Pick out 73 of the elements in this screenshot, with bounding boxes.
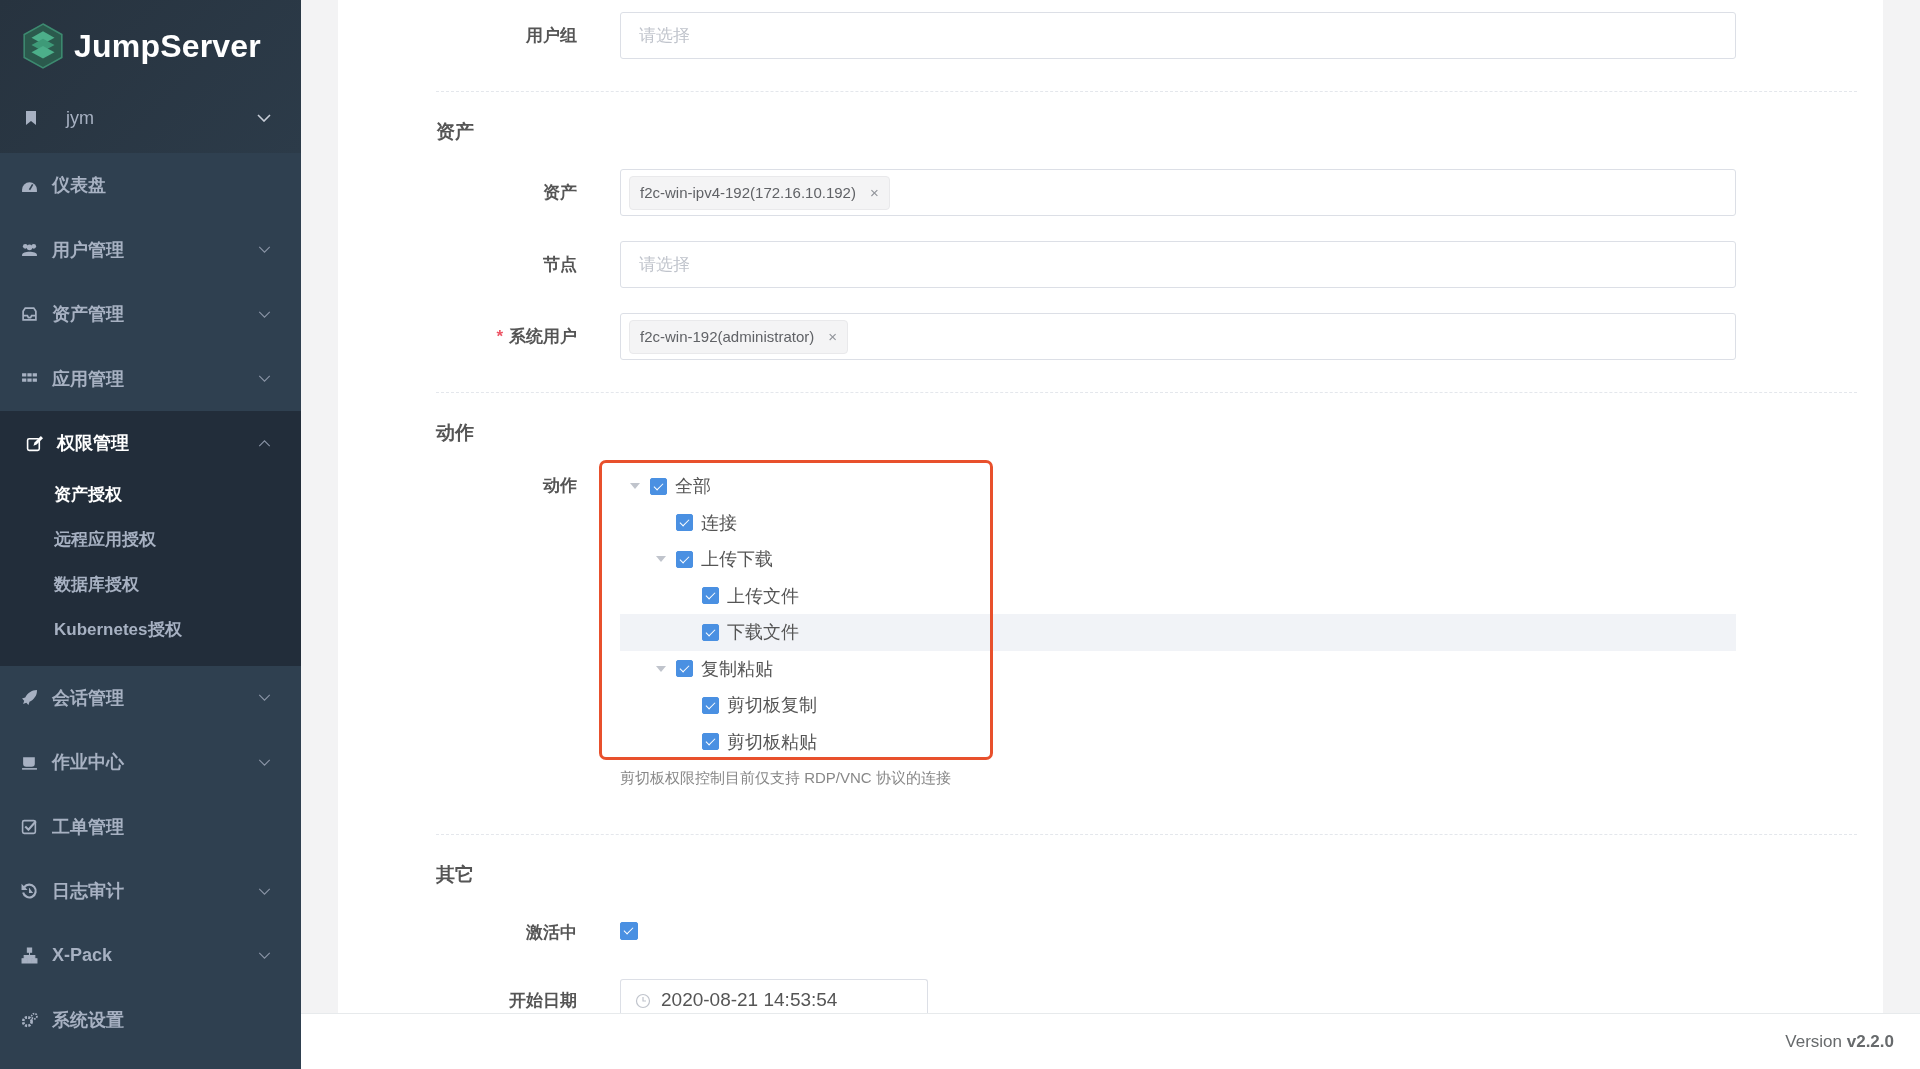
chevron-down-icon [258,887,271,895]
submenu-item[interactable]: 远程应用授权 [54,516,156,562]
version-text: Version v2.2.0 [1785,1031,1894,1052]
chevron-down-icon [257,114,271,122]
logo-text: JumpServer [74,27,261,65]
chevron-down-icon [258,694,271,702]
select-field[interactable]: f2c-win-ipv4-192(172.16.10.192) × [620,169,1736,216]
caret-icon[interactable] [656,556,666,563]
menu-item[interactable]: 会话管理 [0,665,301,730]
checkbox[interactable] [676,514,693,532]
field-label: 激活中 [525,922,577,944]
remove-tag-button[interactable]: × [869,184,879,201]
checkbox[interactable] [676,550,693,568]
checkbox[interactable] [702,587,719,605]
menu-item[interactable]: X-Pack [0,923,301,988]
field-label: * 系统用户 [495,326,577,348]
chevron-down-icon [258,375,271,383]
submenu-item[interactable]: Kubernetes授权 [54,606,182,652]
menu-item[interactable]: 系统设置 [0,988,301,1053]
chevron-up-icon [258,439,271,447]
tree-node[interactable]: 复制粘贴 [620,650,1736,687]
checkbox[interactable] [620,921,638,940]
logo-icon [22,23,64,69]
checkbox[interactable] [702,733,719,751]
field-label: 用户组 [525,25,577,47]
tree-node[interactable]: 剪切板粘贴 [620,723,1736,760]
history-icon [21,882,38,900]
tree-node[interactable]: 连接 [620,504,1736,541]
checkbox[interactable] [676,660,693,678]
menu-item[interactable]: 工单管理 [0,794,301,859]
submenu-item[interactable]: 数据库授权 [54,561,139,607]
inbox-icon [21,305,38,323]
chevron-down-icon [258,758,271,766]
tree-node[interactable]: 上传下载 [620,541,1736,578]
checkbox[interactable] [650,477,667,495]
menu-item[interactable]: 日志审计 [0,859,301,924]
caret-icon[interactable] [630,483,640,490]
chevron-down-icon [258,310,271,318]
help-text: 剪切板权限控制目前仅支持 RDP/VNC 协议的连接 [620,769,952,788]
checkbox[interactable] [702,696,719,714]
section-title: 动作 [436,421,475,445]
caret-icon[interactable] [656,665,666,672]
tree-node[interactable]: 全部 [620,468,1736,505]
checkbox[interactable] [702,623,719,641]
field-label: 节点 [542,254,577,276]
tree-node[interactable]: 剪切板复制 [620,687,1736,724]
selected-tag: f2c-win-192(administrator) × [629,319,848,354]
org-selector[interactable]: jym [0,88,301,148]
menu-item[interactable]: 作业中心 [0,730,301,795]
edit-icon [26,434,43,452]
menu-item[interactable]: 仪表盘 [0,153,301,218]
sitemap-icon [21,947,38,965]
remove-tag-button[interactable]: × [828,328,837,345]
section-title: 其它 [436,863,475,887]
menu-item[interactable]: 用户管理 [0,217,301,282]
field-label: 资产 [542,182,577,204]
users-icon [21,241,38,259]
gears-icon [21,1011,38,1029]
section-title: 资产 [436,120,475,144]
menu-item[interactable]: 资产管理 [0,282,301,347]
menu-item[interactable]: 应用管理 [0,346,301,411]
clock-icon [635,993,651,1009]
chevron-down-icon [258,952,271,960]
tree-node[interactable]: 下载文件 [620,614,1736,651]
selected-tag: f2c-win-ipv4-192(172.16.10.192) × [629,175,890,210]
chevron-down-icon [258,246,271,254]
field-label: 开始日期 [508,990,577,1012]
bookmark-icon [24,110,38,126]
field-label: 动作 [541,475,577,497]
tree-node[interactable]: 上传文件 [620,577,1736,614]
select-field[interactable]: f2c-win-192(administrator) × [620,313,1736,360]
checkbox-icon [21,818,38,836]
rocket-icon [21,689,38,707]
